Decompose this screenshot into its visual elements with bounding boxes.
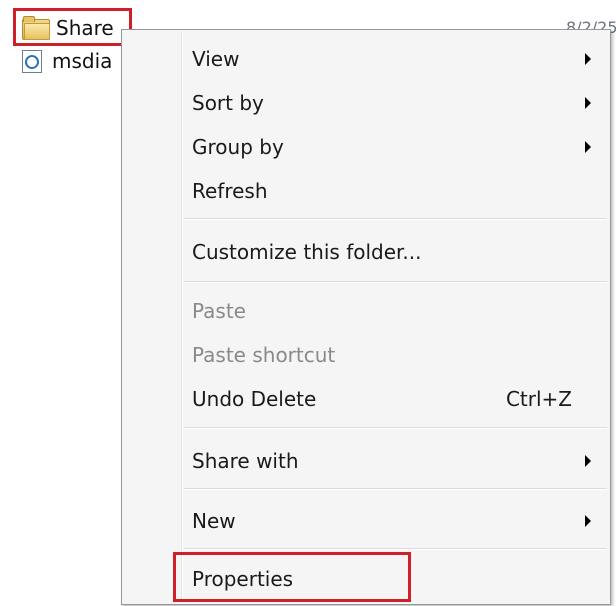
menu-item-undo-delete[interactable]: Undo Delete Ctrl+Z xyxy=(192,377,602,421)
menu-separator xyxy=(184,281,607,283)
explorer-window: Share msdia 8/2/255 View Sort by Group b… xyxy=(0,0,616,606)
file-row-msdia[interactable]: msdia xyxy=(22,45,112,77)
file-name-share: Share xyxy=(56,16,114,40)
menu-item-new-label: New xyxy=(192,509,236,533)
menu-item-paste-shortcut-label: Paste shortcut xyxy=(192,343,336,367)
undo-shortcut-text: Ctrl+Z xyxy=(505,387,572,411)
submenu-arrow-icon xyxy=(585,455,591,467)
menu-item-sort-by-label: Sort by xyxy=(192,91,264,115)
menu-separator xyxy=(184,427,607,429)
menu-icon-gutter-divider xyxy=(181,32,183,602)
menu-separator xyxy=(184,218,607,220)
menu-item-group-by-label: Group by xyxy=(192,135,284,159)
menu-item-share-with[interactable]: Share with xyxy=(192,439,602,483)
menu-item-new[interactable]: New xyxy=(192,499,602,543)
menu-item-customize-folder-label: Customize this folder... xyxy=(192,240,422,264)
menu-item-properties[interactable]: Properties xyxy=(192,557,602,601)
menu-item-undo-delete-label: Undo Delete xyxy=(192,387,317,411)
menu-item-paste: Paste xyxy=(192,289,602,333)
dll-file-icon xyxy=(22,50,42,73)
menu-item-refresh-label: Refresh xyxy=(192,179,268,203)
menu-item-group-by[interactable]: Group by xyxy=(192,125,602,169)
menu-item-paste-shortcut: Paste shortcut xyxy=(192,333,602,377)
menu-item-paste-label: Paste xyxy=(192,299,246,323)
menu-separator xyxy=(184,488,607,490)
menu-item-refresh[interactable]: Refresh xyxy=(192,169,602,213)
menu-item-properties-label: Properties xyxy=(192,567,294,591)
file-name-msdia: msdia xyxy=(52,49,113,73)
menu-item-sort-by[interactable]: Sort by xyxy=(192,81,602,125)
folder-icon xyxy=(22,16,50,40)
submenu-arrow-icon xyxy=(585,53,591,65)
submenu-arrow-icon xyxy=(585,515,591,527)
file-row-share[interactable]: Share xyxy=(22,12,114,44)
context-menu: View Sort by Group by Refresh Customize … xyxy=(121,29,611,605)
submenu-arrow-icon xyxy=(585,141,591,153)
menu-separator xyxy=(184,548,607,550)
submenu-arrow-icon xyxy=(585,97,591,109)
menu-item-share-with-label: Share with xyxy=(192,449,299,473)
menu-item-view-label: View xyxy=(192,47,240,71)
menu-item-customize-folder[interactable]: Customize this folder... xyxy=(192,230,602,274)
menu-item-view[interactable]: View xyxy=(192,37,602,81)
